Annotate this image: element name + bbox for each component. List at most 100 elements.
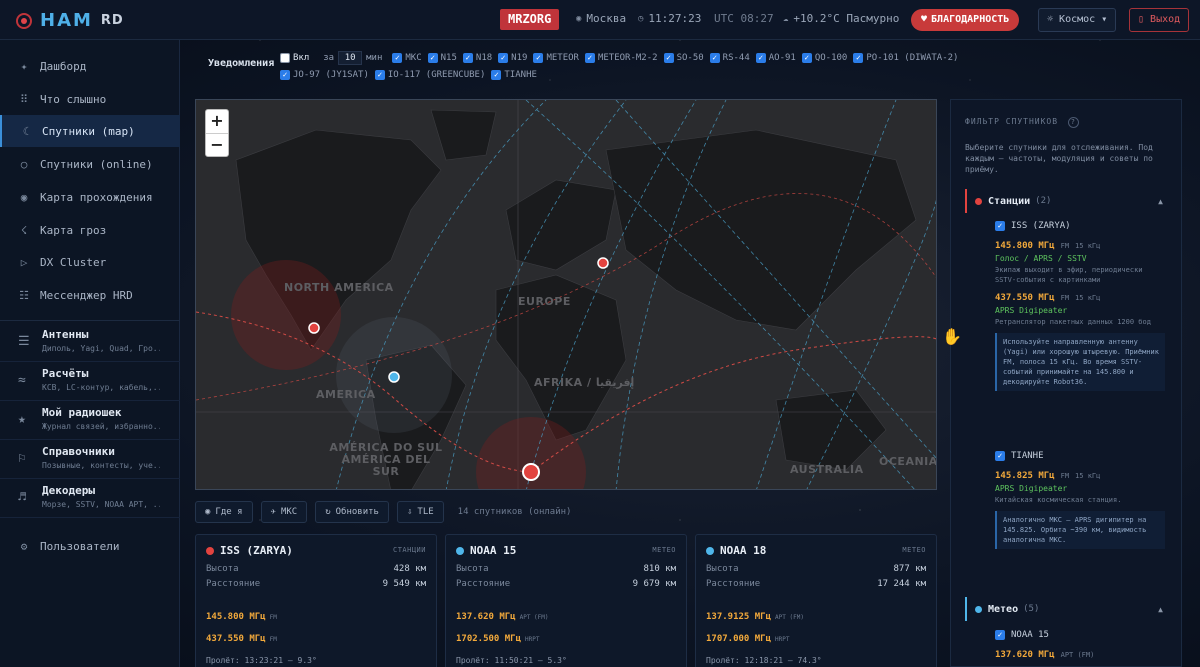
sidebar-item-storms[interactable]: ☇ Карта гроз [0,214,180,246]
sat-checkbox[interactable]: ✓ IO-117 (GREENCUBE) [374,70,485,80]
tle-button[interactable]: ⇩ TLE [396,501,444,523]
sidebar-item-messenger[interactable]: ☷ Мессенджер HRD [0,279,180,311]
check-icon: ✓ [498,53,509,63]
landmass-asia [605,129,917,331]
sat-checkbox[interactable]: ✓ METEOR [533,53,579,63]
mode-value: APT (FM) [775,614,804,621]
card-frequency: 1707.000 МГц HRPT [706,634,789,644]
satellite-card[interactable]: NOAA 15 МЕТЕО Высота 810 км Расстояние 9 6… [445,534,687,667]
refresh-button[interactable]: ↻ Обновить [315,501,389,523]
sidebar-item-propagation[interactable]: ◉ Карта прохождения [0,181,180,213]
sidebar-item-users[interactable]: ⚙ Пользователи [0,530,180,562]
card-sat-name: ISS (ZARYA) [220,544,293,557]
sidebar-item-sat-online[interactable]: ○ Спутники (online) [0,148,180,180]
theme-select[interactable]: ☼ Космос ▾ [1038,8,1117,32]
sat-frequency: 145.800 МГц FM 15 кГц [995,241,1165,251]
check-icon: ✓ [755,53,766,63]
sidebar-group-calculations[interactable]: ≈ Расчёты КСВ, LC-контур, кабель,... [0,363,180,401]
sidebar-item-dashboard[interactable]: ✦ Дашборд [0,50,180,82]
group-count: (5) [1023,604,1040,614]
filter-group-meteo[interactable]: Метео (5) ▲ [965,597,1175,621]
distance-label: Расстояние [206,579,261,589]
sat-checkbox-label: N15 [440,53,457,63]
group-count: (2) [1035,196,1052,206]
map-label-europe: EUROPE [518,295,571,308]
minutes-input[interactable]: 10 [338,51,363,65]
check-icon: ✓ [663,53,674,63]
bandwidth: 15 кГц [1075,294,1101,302]
satellite-card[interactable]: NOAA 18 МЕТЕО Высота 877 км Расстояние 17 … [695,534,937,667]
zoom-control: + − [205,109,229,157]
sat-filter-checkbox[interactable]: ✓ [995,451,1005,461]
sat-filter-checkbox[interactable]: ✓ [995,630,1005,640]
sidebar-item-heard[interactable]: ⠿ Что слышно [0,83,180,115]
collapse-caret-icon[interactable]: ▲ [1158,197,1163,206]
sat-note: Экипаж выходит в эфир, периодически SSTV… [995,266,1143,284]
sat-checkbox[interactable]: ✓ N19 [498,53,527,63]
sat-name-row[interactable]: ✓ TIANHE [995,449,1165,463]
sat-checkbox[interactable]: ✓ RS-44 [709,53,750,63]
bandwidth: 15 кГц [1075,472,1101,480]
app-logo[interactable]: HAM RD [16,10,124,31]
tianhe-marker[interactable] [597,257,609,269]
filter-sat-iss: ✓ ISS (ZARYA) 145.800 МГц FM 15 кГц Голос /… [995,219,1165,391]
sat-checkbox[interactable]: ✓ МКС [392,53,422,63]
card-sat-name: NOAA 18 [720,544,767,557]
zoom-in-button[interactable]: + [206,110,228,134]
where-am-i-button[interactable]: ◉ Где я [195,501,253,523]
sidebar-item-sat-map[interactable]: ☾ Спутники (map) [0,115,180,147]
sat-checkbox[interactable]: ✓ PO-101 (DIWATA-2) [853,53,958,63]
group-dot [975,605,982,613]
logout-button[interactable]: ▯ Выход [1129,8,1190,32]
sidebar-item-dx-cluster[interactable]: ▷ DX Cluster [0,246,180,278]
satellite-map[interactable]: NORTH AMERICA EUROPE AMERICA AFRIKA / إف… [195,99,937,490]
card-category: МЕТЕО [652,546,676,554]
refresh-icon: ↻ [325,507,331,517]
sidebar-group-shack[interactable]: ★ Мой радиошек Журнал связей, избранно..… [0,402,180,440]
zoom-out-button[interactable]: − [206,134,228,158]
cloud-icon: ☁ [783,13,789,24]
notifications-enable-checkbox[interactable]: Вкл [280,53,309,63]
thanks-button[interactable]: ♥ БЛАГОДАРНОСТЬ [911,9,1020,31]
sat-checkbox[interactable]: ✓ SO-50 [663,53,704,63]
sat-checkbox[interactable]: ✓ JO-97 (JY1SAT) [280,70,369,80]
sat-checkbox[interactable]: ✓ AO-91 [755,53,796,63]
list-icon: ☷ [19,288,29,302]
filter-group-stations[interactable]: Станции (2) ▲ [965,189,1175,213]
callsign-badge[interactable]: MRZORG [500,9,560,30]
iss-marker[interactable] [308,322,320,334]
sat-frequency: 145.825 МГц FM 15 кГц [995,471,1165,481]
local-time: 11:27:23 [648,12,702,25]
iss-label: МКС [280,507,298,517]
sidebar-group-antennas[interactable]: ☰ Антенны Диполь, Yagi, Quad, Гро... [0,324,180,362]
noaa-marker[interactable] [388,371,400,383]
check-icon: ✓ [280,70,290,80]
card-frequency: 1702.500 МГц HRPT [456,634,539,644]
sat-frequency: 137.620 МГц APT (FM) [995,650,1165,660]
modulation: FM [1060,294,1070,302]
sidebar-item-label: Пользователи [40,539,120,553]
selected-satellite-marker[interactable] [522,463,540,481]
sat-name-row[interactable]: ✓ NOAA 15 [995,628,1165,642]
card-row: Расстояние 17 244 км [706,579,926,589]
location-icon: ◉ [576,13,582,24]
sat-filter-checkbox[interactable]: ✓ [995,221,1005,231]
sat-name: ISS (ZARYA) [1011,221,1071,231]
sidebar-group-decoders[interactable]: ♬ Декодеры Морзе, SSTV, NOAA APT, ... [0,480,180,518]
collapse-caret-icon[interactable]: ▲ [1158,605,1163,614]
target-icon: ◉ [20,190,28,204]
satellite-card[interactable]: ISS (ZARYA) СТАНЦИИ Высота 428 км Расстоя… [195,534,437,667]
map-toolbar: ◉ Где я ✈ МКС ↻ Обновить ⇩ TLE 14 спутников … [195,500,937,524]
sat-checkbox[interactable]: ✓ QO-100 [801,53,847,63]
iss-button[interactable]: ✈ МКС [260,501,308,523]
sidebar-group-references[interactable]: ⚐ Справочники Позывные, контесты, уче... [0,441,180,479]
map-label-south-america: AMÉRICA DO SUL AMÉRICA DEL SUR [329,441,443,478]
help-icon[interactable]: ? [1067,117,1079,128]
filter-title-text: ФИЛЬТР СПУТНИКОВ [965,117,1059,126]
sat-checkbox[interactable]: ✓ N15 [427,53,457,63]
sat-checkbox[interactable]: ✓ TIANHE [491,70,537,80]
sat-checkbox[interactable]: ✓ METEOR-M2-2 [584,53,658,63]
sat-checkbox[interactable]: ✓ N18 [462,53,492,63]
filter-description: Выберите спутники для отслеживания. Под … [965,143,1153,174]
sat-name-row[interactable]: ✓ ISS (ZARYA) [995,219,1165,233]
